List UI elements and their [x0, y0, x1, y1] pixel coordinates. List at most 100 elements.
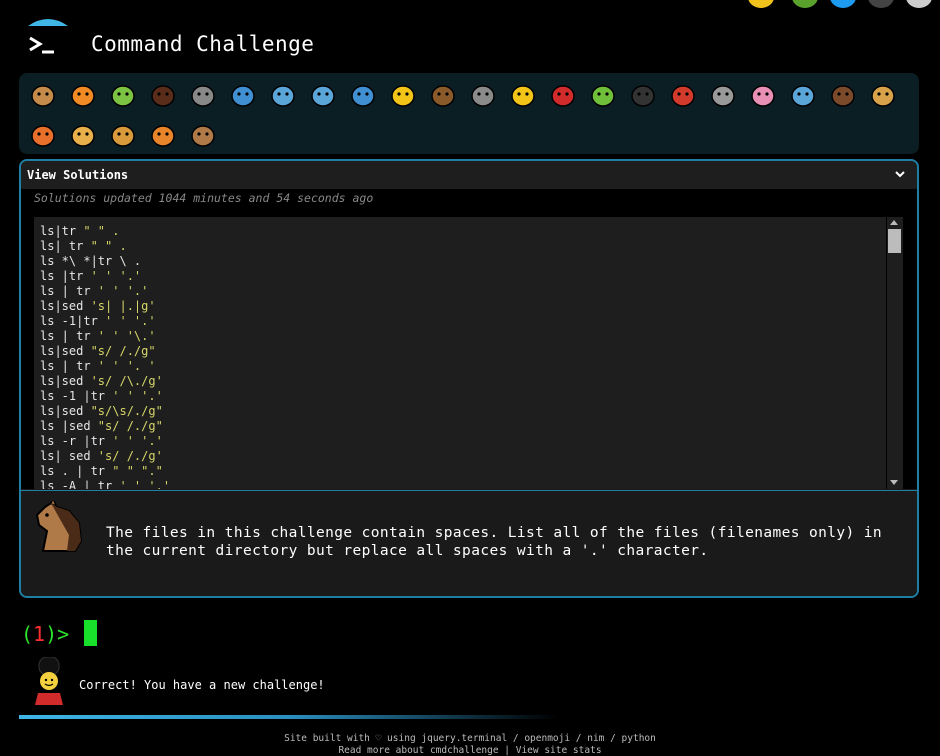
solution-command: ls|sed	[40, 404, 91, 418]
solution-command: ls |sed	[40, 419, 98, 433]
solution-argument: "s/ /./g"	[90, 344, 156, 358]
wolf-icon[interactable]	[467, 79, 499, 111]
solution-argument: 's/ /\./g'	[90, 374, 163, 388]
whale-icon[interactable]	[227, 79, 259, 111]
solution-line: ls | tr ' ' '.'	[34, 284, 886, 299]
cat-icon[interactable]	[67, 119, 99, 151]
solutions-panel: View Solutions Solutions updated 1044 mi…	[19, 159, 919, 598]
solution-line: ls -A | tr ' ' '.'	[34, 479, 886, 489]
solution-argument: "s/ /./g"	[97, 419, 163, 433]
horse-icon	[35, 501, 83, 552]
spider-web-icon[interactable]	[187, 79, 219, 111]
solution-argument: ' ' '.'	[112, 389, 163, 403]
scroll-thumb[interactable]	[888, 229, 901, 253]
chevron-down-icon[interactable]	[893, 167, 907, 181]
solutions-updated-text: Solutions updated 1044 minutes and 54 se…	[34, 191, 374, 205]
solutions-content: Solutions updated 1044 minutes and 54 se…	[21, 189, 917, 489]
prompt-open-paren: (	[21, 622, 34, 646]
top-right-icons	[680, 0, 940, 10]
scorpion-icon[interactable]	[667, 79, 699, 111]
worm-icon[interactable]	[747, 79, 779, 111]
monkey-icon[interactable]	[827, 79, 859, 111]
solution-command: ls|sed	[40, 374, 91, 388]
microbe-icon[interactable]	[787, 79, 819, 111]
solution-command: ls|sed	[40, 344, 91, 358]
status-message: Correct! You have a new challenge!	[79, 678, 325, 692]
solution-argument: ' ' '\.'	[97, 329, 156, 343]
solution-argument: " " .	[83, 224, 120, 238]
ant-icon[interactable]	[147, 79, 179, 111]
progress-divider	[19, 715, 559, 719]
solution-argument: ' ' '.'	[112, 434, 163, 448]
caterpillar-icon[interactable]	[107, 79, 139, 111]
tropical-fish-icon[interactable]	[387, 79, 419, 111]
dog-icon[interactable]	[867, 79, 899, 111]
solutions-header[interactable]: View Solutions	[21, 161, 917, 190]
solution-line: ls|sed "s/ /./g"	[34, 344, 886, 359]
scroll-up-arrow-icon[interactable]	[890, 220, 898, 225]
solution-command: ls -A | tr	[40, 479, 120, 489]
snail-icon[interactable]	[27, 79, 59, 111]
solution-line: ls| tr " " .	[34, 239, 886, 254]
solution-line: ls -1 |tr ' ' '.'	[34, 389, 886, 404]
prompt-close: )>	[45, 622, 70, 646]
lion-icon[interactable]	[107, 119, 139, 151]
header: Command Challenge	[22, 18, 422, 66]
cricket-icon[interactable]	[587, 79, 619, 111]
solution-argument: " " .	[90, 239, 127, 253]
solution-command: ls | tr	[40, 284, 98, 298]
leaf-icon[interactable]	[792, 0, 818, 8]
butterfly-icon[interactable]	[67, 79, 99, 111]
github-icon[interactable]	[868, 0, 894, 8]
solution-argument: "s/\s/./g"	[90, 404, 163, 418]
solution-command: ls | tr	[40, 359, 98, 373]
dolphin-icon[interactable]	[307, 79, 339, 111]
ladybug-icon[interactable]	[547, 79, 579, 111]
solution-command: ls|sed	[40, 299, 91, 313]
bee-icon[interactable]	[507, 79, 539, 111]
terminal-cursor-input[interactable]	[84, 620, 97, 646]
solution-argument: ' ' '.'	[90, 269, 142, 283]
terminal-prompt: (1)>	[21, 622, 69, 646]
dolphin-icon[interactable]	[267, 79, 299, 111]
solution-line: ls *\ *|tr \ .	[34, 254, 886, 269]
horse-icon[interactable]	[187, 119, 219, 151]
solutions-scrollbar[interactable]	[887, 217, 903, 489]
solution-argument: " " "."	[112, 464, 163, 478]
solution-argument: 's| |.|g'	[90, 299, 156, 313]
fox-icon[interactable]	[27, 119, 59, 151]
solution-line: ls| sed 's/ /./g'	[34, 449, 886, 464]
solutions-title: View Solutions	[27, 168, 129, 182]
twitter-icon[interactable]	[830, 0, 856, 8]
solution-line: ls|sed 's/ /\./g'	[34, 374, 886, 389]
animal-progress-bar	[19, 73, 919, 154]
solution-command: ls -1|tr	[40, 314, 106, 328]
page-title: Command Challenge	[91, 32, 315, 56]
solution-line: ls|sed 's| |.|g'	[34, 299, 886, 314]
solution-line: ls | tr ' ' '\.'	[34, 329, 886, 344]
spider-icon[interactable]	[627, 79, 659, 111]
challenge-description: The files in this challenge contain spac…	[106, 525, 883, 559]
solution-command: ls|tr	[40, 224, 84, 238]
cloud-icon[interactable]	[906, 0, 932, 8]
solution-command: ls | tr	[40, 329, 98, 343]
solution-line: ls . | tr " " "."	[34, 464, 886, 479]
solution-argument: ' ' '.'	[119, 479, 171, 489]
mosquito-icon[interactable]	[707, 79, 739, 111]
solution-argument: 's/ /./g'	[97, 449, 163, 463]
solution-command: ls *\ *|tr \ .	[40, 254, 142, 268]
solution-argument: ' ' '. '	[97, 359, 156, 373]
solution-line: ls | tr ' ' '. '	[34, 359, 886, 374]
solution-argument: ' ' '.'	[97, 284, 149, 298]
solution-command: ls . | tr	[40, 464, 113, 478]
hedgehog-icon[interactable]	[427, 79, 459, 111]
fish-icon[interactable]	[347, 79, 379, 111]
scroll-down-arrow-icon[interactable]	[890, 480, 898, 485]
tiger-icon[interactable]	[147, 119, 179, 151]
prompt-count: 1	[33, 622, 46, 646]
challenge-box: The files in this challenge contain spac…	[21, 490, 917, 596]
solution-line: ls|tr " " .	[34, 224, 886, 239]
star-icon[interactable]	[748, 0, 774, 8]
solution-line: ls|sed "s/\s/./g"	[34, 404, 886, 419]
solution-command: ls -r |tr	[40, 434, 113, 448]
